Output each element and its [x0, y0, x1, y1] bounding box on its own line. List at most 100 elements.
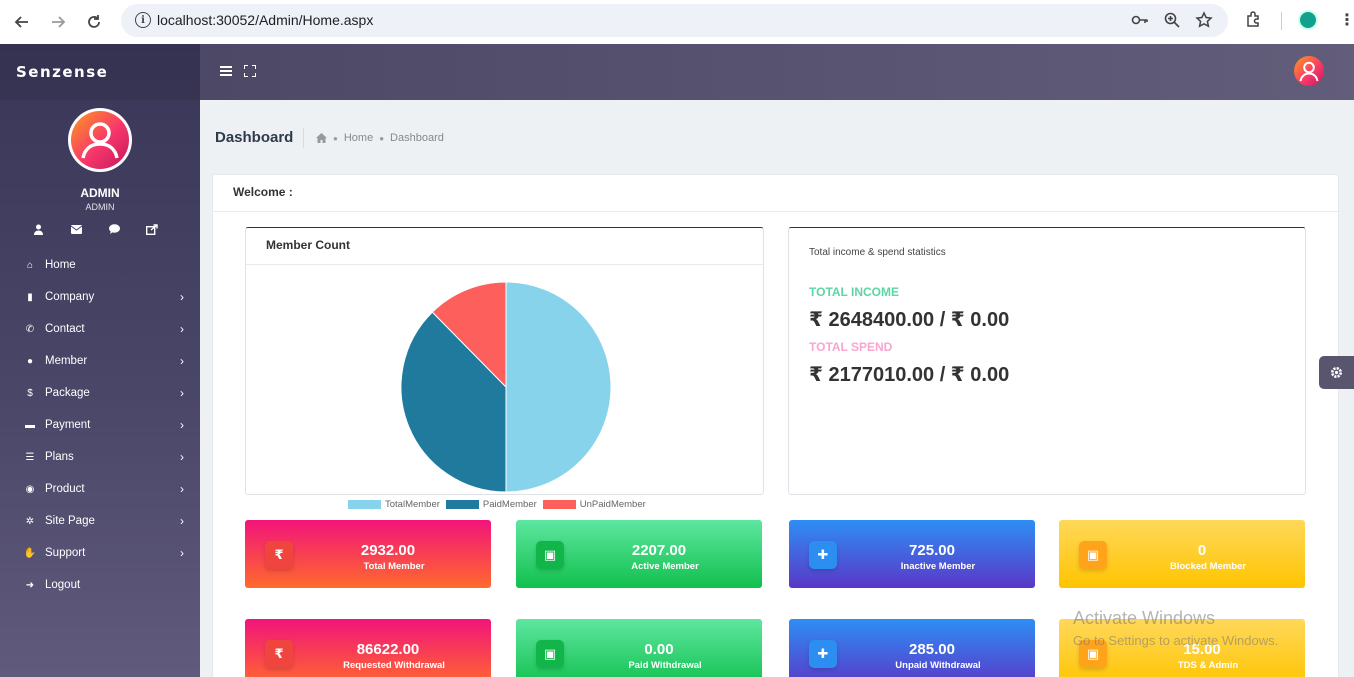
tile-unpaid-withdrawal[interactable]: ✚ 285.00 Unpaid Withdrawal — [789, 619, 1035, 677]
breadcrumb-current: Dashboard — [390, 132, 444, 144]
breadcrumb-separator: ● — [333, 133, 338, 143]
sidebar-item-product[interactable]: ◉ Product › — [0, 473, 200, 505]
sidebar-item-home[interactable]: ⌂ Home — [0, 249, 200, 281]
legend-label: PaidMember — [482, 499, 537, 510]
sidebar-item-label: Product — [45, 483, 85, 495]
chevron-right-icon: › — [180, 322, 184, 336]
chevron-right-icon: › — [180, 354, 184, 368]
avatar-user-icon — [71, 111, 129, 169]
browser-menu-icon[interactable]: ⋮ — [1339, 10, 1354, 30]
breadcrumb-home[interactable]: Home — [344, 132, 373, 144]
total-income-value: ₹ 2648400.00 / ₹ 0.00 — [809, 309, 1010, 331]
legend-swatch — [348, 500, 381, 509]
breadcrumb-separator: ● — [379, 133, 385, 143]
chevron-right-icon: › — [180, 386, 184, 400]
reload-button[interactable] — [81, 9, 107, 35]
activation-watermark-title: Activate Windows — [1073, 608, 1216, 628]
total-spend-label: TOTAL SPEND — [809, 340, 893, 354]
tile-value: 285.00 — [909, 641, 955, 658]
wallet-icon: ▬ — [25, 419, 35, 431]
tile-active-member[interactable]: ▣ 2207.00 Active Member — [516, 520, 762, 588]
site-info-icon[interactable]: i — [135, 12, 151, 28]
settings-panel-toggle[interactable] — [1319, 356, 1354, 389]
tile-total-member[interactable]: ₹ 2932.00 Total Member — [245, 520, 491, 588]
income-spend-card: Total income & spend statistics TOTAL IN… — [788, 227, 1306, 495]
address-bar[interactable]: i localhost:30052/Admin/Home.aspx — [121, 4, 1228, 37]
tile-label: Active Member — [631, 561, 699, 572]
legend-item-unpaidmember[interactable]: UnPaidMember — [542, 499, 646, 510]
sidebar-item-label: Site Page — [45, 515, 95, 527]
sidebar-item-label: Member — [45, 355, 88, 367]
legend-item-paidmember[interactable]: PaidMember — [445, 499, 537, 510]
sidebar-item-company[interactable]: ▮ Company › — [0, 281, 200, 313]
browser-profile-avatar[interactable] — [1298, 10, 1318, 30]
user-icon: ● — [26, 355, 34, 367]
menu-toggle-icon[interactable] — [220, 66, 232, 76]
sidebar-item-site-page[interactable]: ✲ Site Page › — [0, 505, 200, 537]
sidebar-item-contact[interactable]: ✆ Contact › — [0, 313, 200, 345]
sidebar-item-label: Plans — [45, 451, 74, 463]
list-icon: ☰ — [25, 451, 35, 463]
sidebar-item-logout[interactable]: ➜ Logout — [0, 569, 200, 601]
chat-icon[interactable] — [107, 222, 121, 236]
forward-arrow-icon — [52, 16, 66, 28]
back-button[interactable] — [9, 9, 35, 35]
sidebar-item-label: Payment — [45, 419, 91, 431]
dollar-icon: $ — [27, 387, 33, 399]
browser-toolbar: i localhost:30052/Admin/Home.aspx ⋮ — [0, 0, 1354, 44]
phone-icon: ✆ — [25, 323, 35, 335]
money-icon: ▣ — [536, 541, 564, 569]
sidebar-item-payment[interactable]: ▬ Payment › — [0, 409, 200, 441]
money-icon: ▣ — [1079, 541, 1107, 569]
tile-paid-withdrawal[interactable]: ▣ 0.00 Paid Withdrawal — [516, 619, 762, 677]
user-plus-icon: ✚ — [809, 640, 837, 668]
welcome-heading: Welcome : — [233, 185, 293, 199]
url-text[interactable]: localhost:30052/Admin/Home.aspx — [157, 12, 373, 28]
tile-label: Paid Withdrawal — [628, 660, 702, 671]
sidebar-item-package[interactable]: $ Package › — [0, 377, 200, 409]
tile-value: 0.00 — [644, 641, 674, 658]
rupee-icon: ₹ — [265, 640, 293, 668]
tile-value: 86622.00 — [356, 641, 420, 658]
sidebar-item-support[interactable]: ✋ Support › — [0, 537, 200, 569]
sidebar-item-label: Home — [45, 259, 76, 271]
tile-label: Total Member — [363, 561, 425, 572]
stats-subtitle: Total income & spend statistics — [809, 247, 946, 258]
legend-item-totalmember[interactable]: TotalMember — [348, 499, 440, 510]
header-avatar[interactable] — [1294, 56, 1324, 86]
forward-button[interactable] — [45, 9, 71, 35]
rupee-icon: ₹ — [265, 541, 293, 569]
password-key-icon[interactable] — [1131, 11, 1149, 29]
tile-value: 2932.00 — [360, 542, 416, 559]
activation-watermark-text: Go to Settings to activate Windows. — [1073, 633, 1279, 648]
tile-blocked-member[interactable]: ▣ 0 Blocked Member — [1059, 520, 1305, 588]
profile-icon[interactable] — [31, 222, 45, 236]
tile-label: TDS & Admin — [1177, 660, 1239, 671]
fullscreen-icon[interactable] — [244, 65, 256, 77]
tile-label: Inactive Member — [900, 561, 976, 572]
zoom-icon[interactable] — [1163, 11, 1181, 29]
tile-value: 0 — [1197, 542, 1207, 559]
cogs-icon: ✲ — [25, 515, 35, 527]
member-count-card: Member Count — [245, 227, 764, 495]
tile-requested-withdrawal[interactable]: ₹ 86622.00 Requested Withdrawal — [245, 619, 491, 677]
gear-icon — [1331, 367, 1342, 378]
bookmark-star-icon[interactable] — [1195, 11, 1213, 29]
tile-label: Requested Withdrawal — [343, 660, 445, 671]
sidebar-item-member[interactable]: ● Member › — [0, 345, 200, 377]
mail-icon[interactable] — [69, 222, 83, 236]
product-icon: ◉ — [25, 483, 35, 495]
pie-slice-totalmember[interactable] — [505, 281, 612, 493]
sidebar-item-label: Support — [45, 547, 86, 559]
share-icon[interactable] — [145, 222, 159, 236]
back-arrow-icon — [14, 16, 28, 28]
sidebar-item-plans[interactable]: ☰ Plans › — [0, 441, 200, 473]
legend-swatch — [445, 500, 479, 509]
sidebar-item-label: Package — [45, 387, 90, 399]
extensions-puzzle-icon[interactable] — [1245, 10, 1263, 28]
tile-inactive-member[interactable]: ✚ 725.00 Inactive Member — [789, 520, 1035, 588]
home-icon[interactable] — [316, 133, 327, 143]
brand-logo[interactable]: Senzense — [0, 44, 200, 100]
user-avatar[interactable] — [68, 108, 132, 172]
sidebar-item-label: Logout — [45, 579, 81, 591]
